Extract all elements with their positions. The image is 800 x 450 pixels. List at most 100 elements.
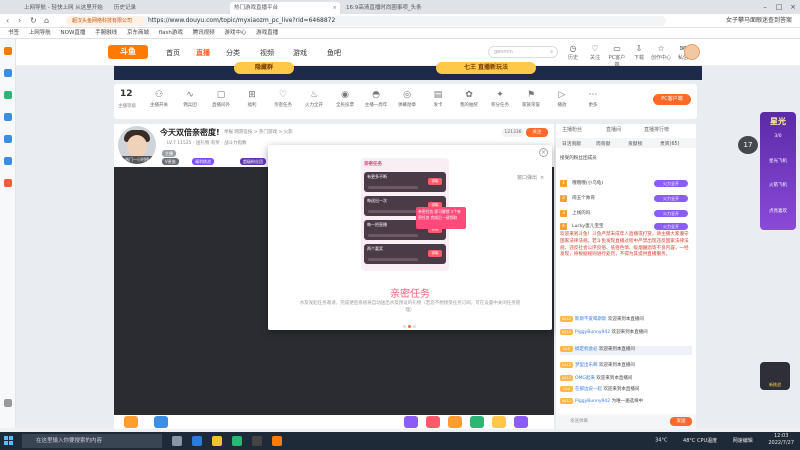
close-tab-icon[interactable]: ×: [332, 2, 337, 14]
gift-icon[interactable]: [514, 416, 528, 428]
tab-fans[interactable]: 主播粉丝: [562, 126, 582, 133]
toolbar-item[interactable]: ⋯ 更多: [578, 88, 608, 108]
tab-ranking[interactable]: 直播排行榜: [644, 126, 669, 133]
tray-label[interactable]: 网速编辑: [733, 438, 753, 444]
task-view-icon[interactable]: [172, 436, 182, 446]
nav-video[interactable]: 视频: [260, 48, 274, 58]
chip-anchor[interactable]: 主播: [162, 150, 176, 157]
sidebar-app-icon[interactable]: [4, 47, 12, 55]
nav-live[interactable]: 直播: [196, 48, 210, 58]
toolbar-item[interactable]: ⚇ 主播开关: [144, 88, 174, 108]
rank-row[interactable]: 2 闹五个帅哥 火力全开: [560, 194, 692, 204]
close-window-icon[interactable]: ×: [786, 0, 800, 14]
tab-daily[interactable]: 日活贡献: [562, 140, 581, 147]
toolbar-item[interactable]: ◉ 全民投票: [330, 88, 360, 108]
toolbar-item[interactable]: ⚑ 家族荣誉: [516, 88, 546, 108]
toolbar-item[interactable]: ✿ 我的抽奖: [454, 88, 484, 108]
clock[interactable]: 12:03 2022/7/27: [768, 433, 794, 447]
taskbar-search-input[interactable]: 在这里输入你要搜索的内容: [22, 434, 162, 448]
hot-search-text[interactable]: 女子攀马面眼迷查到答案: [726, 16, 792, 26]
rank-row[interactable]: 1 哦哦哦(小乌龟) 火力全开: [560, 179, 692, 189]
history-button[interactable]: ◷ 历史: [563, 44, 583, 61]
pc-client-button[interactable]: PC客户端: [653, 94, 691, 105]
back-icon[interactable]: ‹: [6, 16, 9, 26]
browser-tab[interactable]: 历史记录: [110, 2, 180, 14]
room-category[interactable]: 举报 网游竞技 > 热门游戏 > 火影: [224, 129, 293, 135]
gift-icon[interactable]: [492, 416, 506, 428]
explorer-icon[interactable]: [212, 436, 222, 446]
douyu-logo[interactable]: 斗鱼: [108, 45, 148, 59]
sidebar-add-icon[interactable]: [4, 399, 12, 407]
sidebar-app-icon[interactable]: [4, 135, 12, 143]
bookmark-item[interactable]: 手腕融线: [95, 30, 117, 36]
url-input[interactable]: 超汉头鱼网络科技有限公司 https://www.douyu.com/topic…: [66, 16, 666, 26]
app-icon[interactable]: [252, 436, 262, 446]
event-banner[interactable]: 隐藏群 七王 直播新玩法: [114, 62, 702, 80]
gift-icon[interactable]: [448, 416, 462, 428]
minimize-icon[interactable]: –: [758, 0, 772, 14]
sidebar-app-icon[interactable]: [4, 179, 12, 187]
carousel-dot[interactable]: [413, 325, 416, 328]
toolbar-item[interactable]: ◓ 主播一周年: [361, 88, 391, 108]
browser-app-icon[interactable]: [232, 436, 242, 446]
toolbar-item[interactable]: ▤ 发卡: [423, 88, 453, 108]
maximize-icon[interactable]: □: [772, 0, 786, 14]
home-icon[interactable]: ⌂: [44, 16, 49, 26]
gift-icon[interactable]: [426, 416, 440, 428]
follow-button[interactable]: 关注: [526, 128, 548, 137]
forward-icon[interactable]: ›: [18, 16, 21, 26]
toolbar-item[interactable]: ♨ 火力全开: [299, 88, 329, 108]
bookmark-item[interactable]: 书签: [8, 30, 19, 36]
bookmark-item[interactable]: 腾讯视频: [193, 30, 215, 36]
popout-label[interactable]: 窗口弹出 ×: [514, 174, 544, 181]
rank-row[interactable]: 4 Lucky蛋儿宝宝 火力全开: [560, 222, 692, 232]
anchor-avatar[interactable]: 热门一小时榜: [118, 126, 156, 164]
tab-room[interactable]: 直播间: [606, 126, 621, 133]
pc-client-button[interactable]: ▭ PC客户端: [607, 44, 627, 68]
bookmark-item[interactable]: 京东商城: [127, 30, 149, 36]
download-button[interactable]: ⇩ 下载: [629, 44, 649, 61]
toolbar-item[interactable]: ◎ 弹幕勋章: [392, 88, 422, 108]
douyu-app-icon[interactable]: [272, 436, 282, 446]
sidebar-app-icon[interactable]: [4, 91, 12, 99]
tab-vip[interactable]: 贵宾(65): [660, 140, 679, 147]
creator-button[interactable]: ☆ 创作中心: [651, 44, 671, 61]
cpu-temp[interactable]: 48°C CPU温度: [683, 438, 717, 444]
browser-tab[interactable]: 上网导航 - 轻快上网 从这里开始: [20, 2, 108, 14]
bookmark-item[interactable]: 上网导航: [29, 30, 51, 36]
edge-icon[interactable]: [192, 436, 202, 446]
rank-row[interactable]: 3 上线的吗 火力全开: [560, 209, 692, 219]
mascot-widget[interactable]: 新挑战: [760, 362, 790, 390]
gift-icon[interactable]: [154, 416, 168, 428]
carousel-dot-active[interactable]: [408, 325, 411, 328]
toolbar-item[interactable]: ▢ 直播间外: [206, 88, 236, 108]
gift-icon[interactable]: [470, 416, 484, 428]
toolbar-item[interactable]: ⊞ 福利: [237, 88, 267, 108]
sidebar-app-icon[interactable]: [4, 157, 12, 165]
send-button[interactable]: 发送: [670, 417, 692, 426]
nav-game[interactable]: 游戏: [293, 48, 307, 58]
nav-yuba[interactable]: 鱼吧: [327, 48, 341, 58]
toolbar-item[interactable]: ♡ 亲密任务: [268, 88, 298, 108]
modal-close-button[interactable]: ×: [539, 148, 548, 157]
bookmark-item[interactable]: NOW直播: [61, 30, 86, 36]
windows-start-icon[interactable]: [4, 436, 14, 446]
bookmark-item[interactable]: 游戏中心: [224, 30, 246, 36]
tab-weekly[interactable]: 周贡献: [596, 140, 610, 147]
refresh-icon[interactable]: ↻: [30, 16, 37, 26]
chip-challenge[interactable]: 福利挑战: [192, 158, 214, 165]
nav-home[interactable]: 首页: [166, 48, 180, 58]
sidebar-app-icon[interactable]: [4, 113, 12, 121]
gift-icon[interactable]: [124, 416, 138, 428]
user-avatar[interactable]: [684, 44, 700, 60]
toolbar-item[interactable]: ✦ 积分任务: [485, 88, 515, 108]
side-promo[interactable]: 星光 3/0 星光飞机 火箭飞机 点亮喜欢: [760, 112, 796, 230]
toolbar-item[interactable]: ▷ 播放: [547, 88, 577, 108]
weather-temp[interactable]: 34°C: [655, 438, 667, 444]
sidebar-app-icon[interactable]: [4, 69, 12, 77]
search-input[interactable]: genmin ⌕: [488, 46, 558, 58]
chip-fanclub[interactable]: 超级粉丝团: [240, 158, 266, 165]
level-badge[interactable]: 17: [738, 136, 758, 154]
nav-category[interactable]: 分类: [226, 48, 240, 58]
chip-vip[interactable]: V贵族: [162, 158, 179, 165]
